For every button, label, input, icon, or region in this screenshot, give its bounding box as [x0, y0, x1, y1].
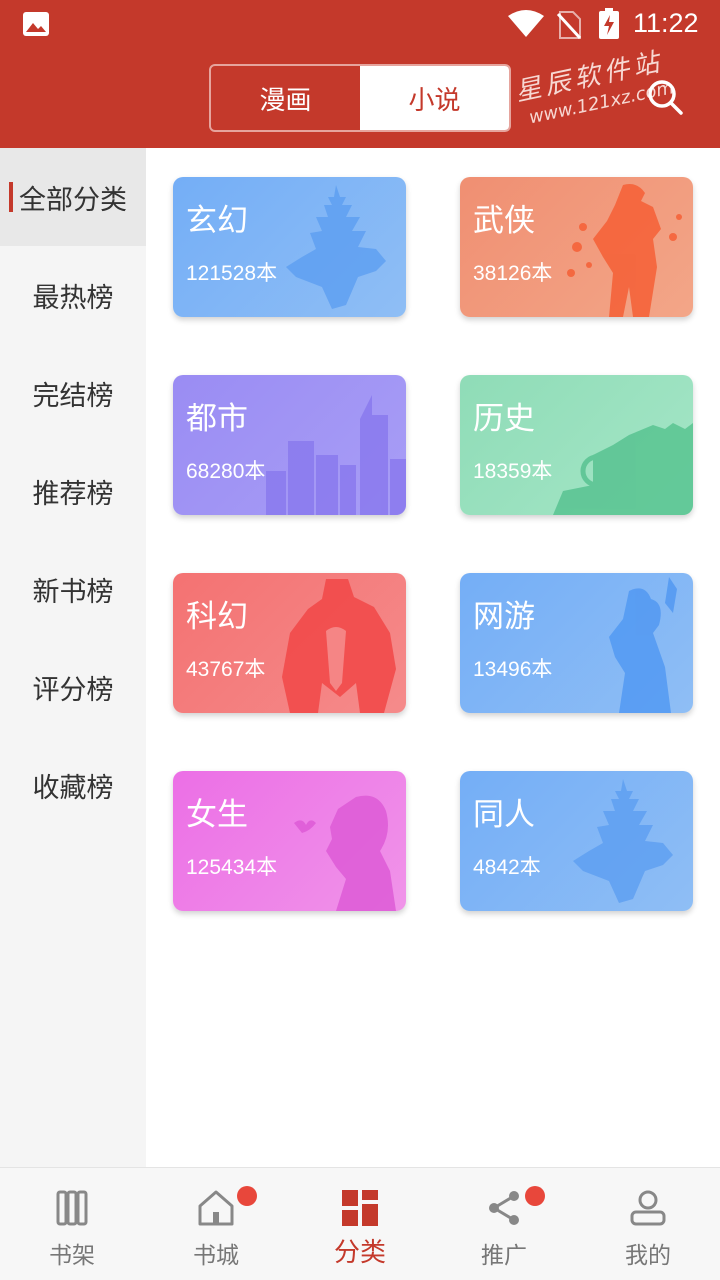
robot-hero-illustration	[282, 579, 396, 713]
bottom-navigation: 书架 书城 分类 推广 我的	[0, 1167, 720, 1280]
category-count: 13496本	[473, 658, 553, 681]
category-title: 玄幻	[186, 203, 248, 239]
home-icon	[198, 1190, 234, 1226]
category-card-female[interactable]: 女生 125434本	[173, 771, 406, 911]
profile-icon	[630, 1190, 666, 1226]
nav-label: 我的	[625, 1243, 671, 1269]
nav-bookstore[interactable]: 书城	[144, 1168, 288, 1280]
floating-castle-illustration	[286, 185, 386, 309]
sidebar-item-new-books[interactable]: 新书榜	[0, 540, 146, 638]
category-card-martial-arts[interactable]: 武侠 38126本	[460, 177, 693, 317]
app-header: 11:22 漫画 小说 星辰软件站 www.121xz.com	[0, 0, 720, 148]
category-count: 68280本	[186, 460, 266, 483]
notification-badge	[525, 1186, 545, 1206]
category-title: 网游	[473, 599, 535, 635]
category-title: 科幻	[186, 599, 248, 635]
tab-comics[interactable]: 漫画	[211, 66, 360, 130]
category-count: 4842本	[473, 856, 541, 879]
tab-novels[interactable]: 小说	[360, 66, 509, 130]
floating-castle-illustration	[573, 779, 673, 903]
category-card-fantasy[interactable]: 玄幻 121528本	[173, 177, 406, 317]
category-count: 18359本	[473, 460, 553, 483]
category-title: 都市	[186, 401, 248, 437]
sidebar-item-hottest[interactable]: 最热榜	[0, 246, 146, 344]
notification-badge	[237, 1186, 257, 1206]
bookshelf-icon	[56, 1190, 88, 1226]
search-icon[interactable]	[646, 78, 684, 116]
warrior-woman-illustration	[609, 577, 677, 713]
nav-label: 书架	[49, 1243, 95, 1269]
image-icon	[23, 12, 49, 36]
content-type-toggle: 漫画 小说	[209, 64, 511, 132]
ranking-sidebar: 全部分类 最热榜 完结榜 推荐榜 新书榜 评分榜 收藏榜	[0, 148, 146, 1167]
city-skyline-illustration	[266, 395, 406, 515]
category-count: 38126本	[473, 262, 553, 285]
nav-label: 书城	[193, 1243, 239, 1269]
category-card-history[interactable]: 历史 18359本	[460, 375, 693, 515]
category-grid-icon	[342, 1190, 378, 1226]
nav-bookshelf[interactable]: 书架	[0, 1168, 144, 1280]
category-title: 女生	[186, 797, 248, 833]
nav-label: 分类	[333, 1238, 386, 1268]
share-icon	[489, 1191, 519, 1225]
sidebar-item-rating[interactable]: 评分榜	[0, 638, 146, 736]
wifi-icon	[508, 10, 544, 37]
category-card-sci-fi[interactable]: 科幻 43767本	[173, 573, 406, 713]
category-count: 121528本	[186, 262, 278, 285]
sidebar-item-completed[interactable]: 完结榜	[0, 344, 146, 442]
soldiers-cannon-illustration	[553, 423, 693, 515]
sidebar-item-all-categories[interactable]: 全部分类	[0, 148, 146, 246]
category-count: 43767本	[186, 658, 266, 681]
nav-profile[interactable]: 我的	[576, 1168, 720, 1280]
nav-promotion[interactable]: 推广	[432, 1168, 576, 1280]
category-count: 125434本	[186, 856, 278, 879]
category-title: 武侠	[473, 203, 535, 239]
no-sim-icon	[556, 11, 582, 40]
category-card-fan-fiction[interactable]: 同人 4842本	[460, 771, 693, 911]
category-card-urban[interactable]: 都市 68280本	[173, 375, 406, 515]
woman-profile-illustration	[294, 795, 396, 911]
category-title: 同人	[473, 797, 535, 833]
sidebar-item-recommended[interactable]: 推荐榜	[0, 442, 146, 540]
nav-label: 推广	[481, 1243, 527, 1269]
category-card-online-game[interactable]: 网游 13496本	[460, 573, 693, 713]
category-title: 历史	[473, 401, 535, 437]
swordsman-illustration	[567, 184, 682, 317]
nav-category[interactable]: 分类	[288, 1168, 432, 1280]
sidebar-item-favorites[interactable]: 收藏榜	[0, 736, 146, 834]
